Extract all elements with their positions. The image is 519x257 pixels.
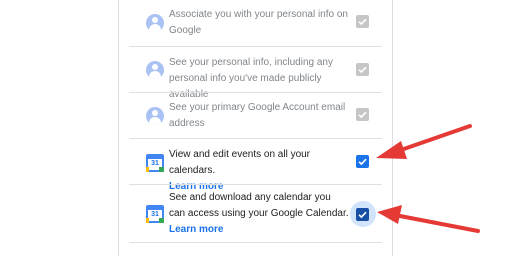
red-arrow-icon — [376, 124, 472, 159]
annotation-arrows — [376, 124, 480, 233]
red-arrow-icon — [377, 205, 480, 233]
